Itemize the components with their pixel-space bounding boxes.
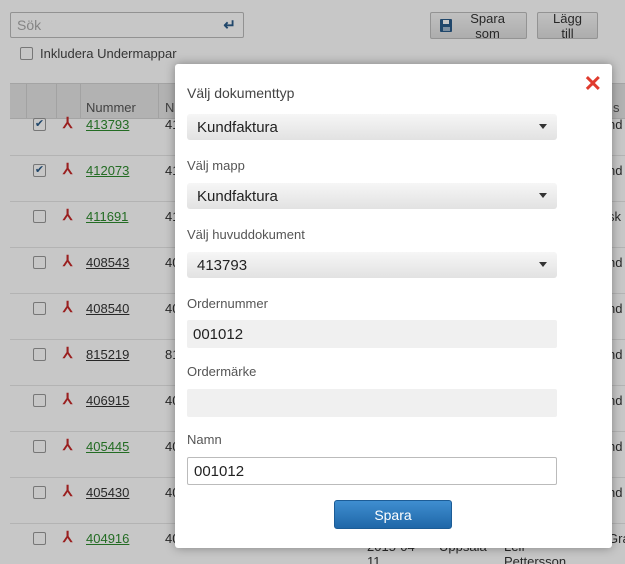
main-doc-select[interactable]: 413793 (187, 252, 557, 278)
main-doc-value: 413793 (197, 256, 248, 274)
doc-type-label: Välj dokumenttyp (187, 85, 295, 101)
name-label: Namn (187, 432, 222, 447)
name-field[interactable] (187, 457, 557, 485)
order-mark-input[interactable] (193, 394, 557, 412)
close-icon[interactable]: ✕ (584, 73, 602, 95)
order-number-label: Ordernummer (187, 296, 268, 311)
order-number-input[interactable] (193, 325, 557, 343)
doc-type-select[interactable]: Kundfaktura (187, 114, 557, 140)
order-mark-field[interactable] (187, 389, 557, 417)
main-doc-label: Välj huvuddokument (187, 227, 305, 242)
create-document-dialog: ✕ Välj dokumenttyp Kundfaktura Välj mapp… (175, 64, 612, 548)
folder-label: Välj mapp (187, 158, 245, 173)
doc-type-value: Kundfaktura (197, 118, 278, 136)
chevron-down-icon (539, 193, 547, 198)
order-number-field[interactable] (187, 320, 557, 348)
chevron-down-icon (539, 262, 547, 267)
name-input[interactable] (194, 462, 556, 480)
folder-select[interactable]: Kundfaktura (187, 183, 557, 209)
order-mark-label: Ordermärke (187, 364, 257, 379)
save-button[interactable]: Spara (334, 500, 452, 529)
folder-value: Kundfaktura (197, 187, 278, 205)
chevron-down-icon (539, 124, 547, 129)
